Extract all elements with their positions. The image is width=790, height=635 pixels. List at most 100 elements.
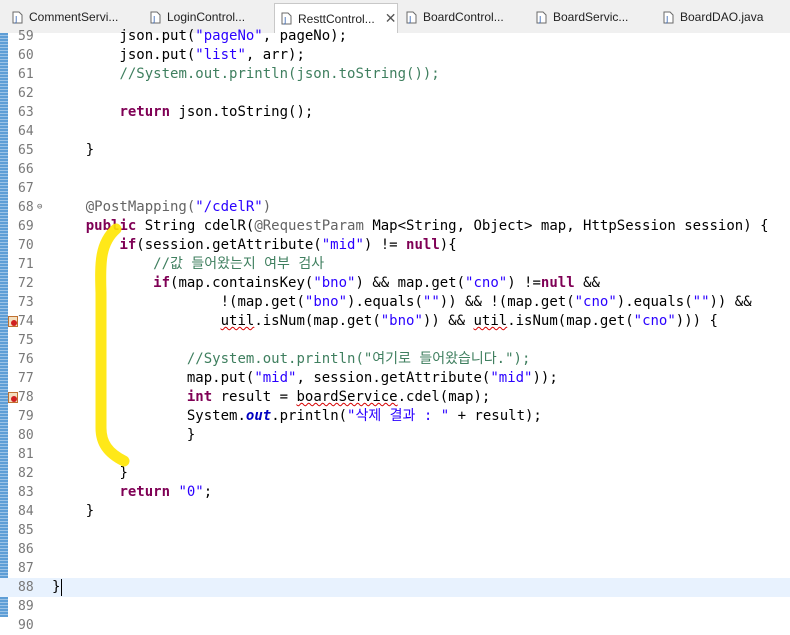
code-line[interactable]: 76 //System.out.println("여기로 들어왔습니다."); xyxy=(0,350,790,369)
annotation: ) xyxy=(262,199,272,215)
code-text: (map.containsKey( xyxy=(170,275,314,291)
code-line[interactable]: 88} xyxy=(0,578,790,597)
code-text: )); xyxy=(532,370,558,386)
code-text: ).equals( xyxy=(347,294,423,310)
code-text: (session.getAttribute( xyxy=(136,237,322,253)
code-text: )) && xyxy=(422,313,474,329)
static-field: out xyxy=(245,408,272,424)
code-line[interactable]: 83 return "0"; xyxy=(0,483,790,502)
code-content: } xyxy=(52,578,60,597)
code-line[interactable]: 81 xyxy=(0,445,790,464)
code-text: + result); xyxy=(449,408,542,424)
error-marker-icon[interactable] xyxy=(8,316,18,327)
comment: //System.out.println(json.toString()); xyxy=(119,66,440,82)
code-text: .cdel(map); xyxy=(397,389,491,405)
java-file-icon: J xyxy=(536,11,547,24)
code-line[interactable]: 71 //값 들어왔는지 여부 검사 xyxy=(0,255,790,274)
string-literal: "pageNo" xyxy=(195,28,263,44)
code-line[interactable]: 63 return json.toString(); xyxy=(0,103,790,122)
code-editor[interactable]: 59 json.put("pageNo", pageNo); 60 json.put(… xyxy=(0,28,790,633)
code-line[interactable]: 79 System.out.println("삭제 결과 : " + result… xyxy=(0,407,790,426)
code-text: ){ xyxy=(439,237,457,253)
code-line[interactable]: 87 xyxy=(0,559,790,578)
code-line[interactable]: 85 xyxy=(0,521,790,540)
code-line[interactable]: 60 json.put("list", arr); xyxy=(0,46,790,65)
code-line[interactable]: 90 xyxy=(0,616,790,635)
tab-label: CommentServi... xyxy=(29,10,119,24)
code-line[interactable]: 89 xyxy=(0,597,790,616)
code-text: , arr); xyxy=(245,47,305,63)
code-content: json.put("list", arr); xyxy=(119,46,304,65)
code-line[interactable]: 70 if(session.getAttribute("mid") != null… xyxy=(0,236,790,255)
code-content: public String cdelR(@RequestParam Map<St… xyxy=(86,217,769,236)
line-number: 61 xyxy=(18,67,34,82)
code-content: return json.toString(); xyxy=(119,103,313,122)
code-line[interactable]: 65} xyxy=(0,141,790,160)
tab-label: ResttControl... xyxy=(298,11,375,26)
svg-text:J: J xyxy=(665,15,668,24)
line-number: 60 xyxy=(18,48,34,63)
code-line[interactable]: 74 util.isNum(map.get("bno")) && util.isN… xyxy=(0,312,790,331)
fold-collapse-icon[interactable]: ⊖ xyxy=(37,202,47,212)
annotation: @PostMapping( xyxy=(85,199,196,215)
line-number: 88 xyxy=(18,580,34,595)
code-content: util.isNum(map.get("bno")) && util.isNum… xyxy=(221,312,718,331)
code-text: ) != xyxy=(507,275,541,291)
code-line[interactable]: 72 if(map.containsKey("bno") && map.get("… xyxy=(0,274,790,293)
code-line[interactable]: 73 !(map.get("bno").equals("")) && !(map.… xyxy=(0,293,790,312)
code-content: map.put("mid", session.getAttribute("mid… xyxy=(187,369,558,388)
code-line[interactable]: 78 int result = boardService.cdel(map); xyxy=(0,388,790,407)
line-number: 78 xyxy=(18,390,34,405)
code-line[interactable]: 77 map.put("mid", session.getAttribute("m… xyxy=(0,369,790,388)
error-underline: util xyxy=(220,313,255,329)
string-literal: "" xyxy=(422,294,440,310)
annotation: @RequestParam xyxy=(254,218,364,234)
code-line[interactable]: 84} xyxy=(0,502,790,521)
code-line[interactable]: 59 json.put("pageNo", pageNo); xyxy=(0,27,790,46)
code-line[interactable]: 68 ⊖ @PostMapping("/cdelR") xyxy=(0,198,790,217)
line-number: 69 xyxy=(18,219,34,234)
code-line[interactable]: 62 xyxy=(0,84,790,103)
line-number: 76 xyxy=(18,352,34,367)
tab-label: BoardServic... xyxy=(553,10,629,24)
line-number: 87 xyxy=(18,561,34,576)
code-text: ) != xyxy=(363,237,407,253)
code-text: ) { xyxy=(743,218,769,234)
code-text: ))) { xyxy=(675,313,718,329)
code-line[interactable]: 82} xyxy=(0,464,790,483)
string-literal: "mid" xyxy=(321,237,364,253)
code-line[interactable]: 69 public String cdelR(@RequestParam Map<… xyxy=(0,217,790,236)
line-number: 66 xyxy=(18,162,34,177)
code-text: json.put( xyxy=(119,28,196,44)
code-content: } xyxy=(119,464,127,483)
code-line[interactable]: 86 xyxy=(0,540,790,559)
code-text: ; xyxy=(203,484,213,500)
code-content: //System.out.println(json.toString()); xyxy=(119,65,439,84)
code-line[interactable]: 66 xyxy=(0,160,790,179)
line-number: 59 xyxy=(18,29,34,44)
code-text: } xyxy=(85,503,95,519)
code-line[interactable]: 75 xyxy=(0,331,790,350)
line-number: 81 xyxy=(18,447,34,462)
tab-label: BoardControl... xyxy=(423,10,504,24)
code-line[interactable]: 80} xyxy=(0,426,790,445)
java-file-icon: J xyxy=(12,11,23,24)
code-line[interactable]: 67 xyxy=(0,179,790,198)
code-text: json.toString(); xyxy=(170,104,314,120)
close-icon[interactable]: ✕ xyxy=(385,10,397,27)
line-number: 63 xyxy=(18,105,34,120)
error-marker-icon[interactable] xyxy=(8,392,18,403)
code-text: map.put( xyxy=(186,370,255,386)
string-literal: "cno" xyxy=(574,294,617,310)
code-text: , session.getAttribute( xyxy=(296,370,491,386)
string-literal: "0" xyxy=(178,484,204,500)
code-content: if(map.containsKey("bno") && map.get("cn… xyxy=(153,274,600,293)
code-text: json.put( xyxy=(119,47,196,63)
code-content: } xyxy=(86,502,94,521)
line-number: 73 xyxy=(18,295,34,310)
line-number: 80 xyxy=(18,428,34,443)
code-content: } xyxy=(86,141,94,160)
code-line[interactable]: 61 //System.out.println(json.toString()); xyxy=(0,65,790,84)
code-line[interactable]: 64 xyxy=(0,122,790,141)
code-text: System. xyxy=(186,408,246,424)
